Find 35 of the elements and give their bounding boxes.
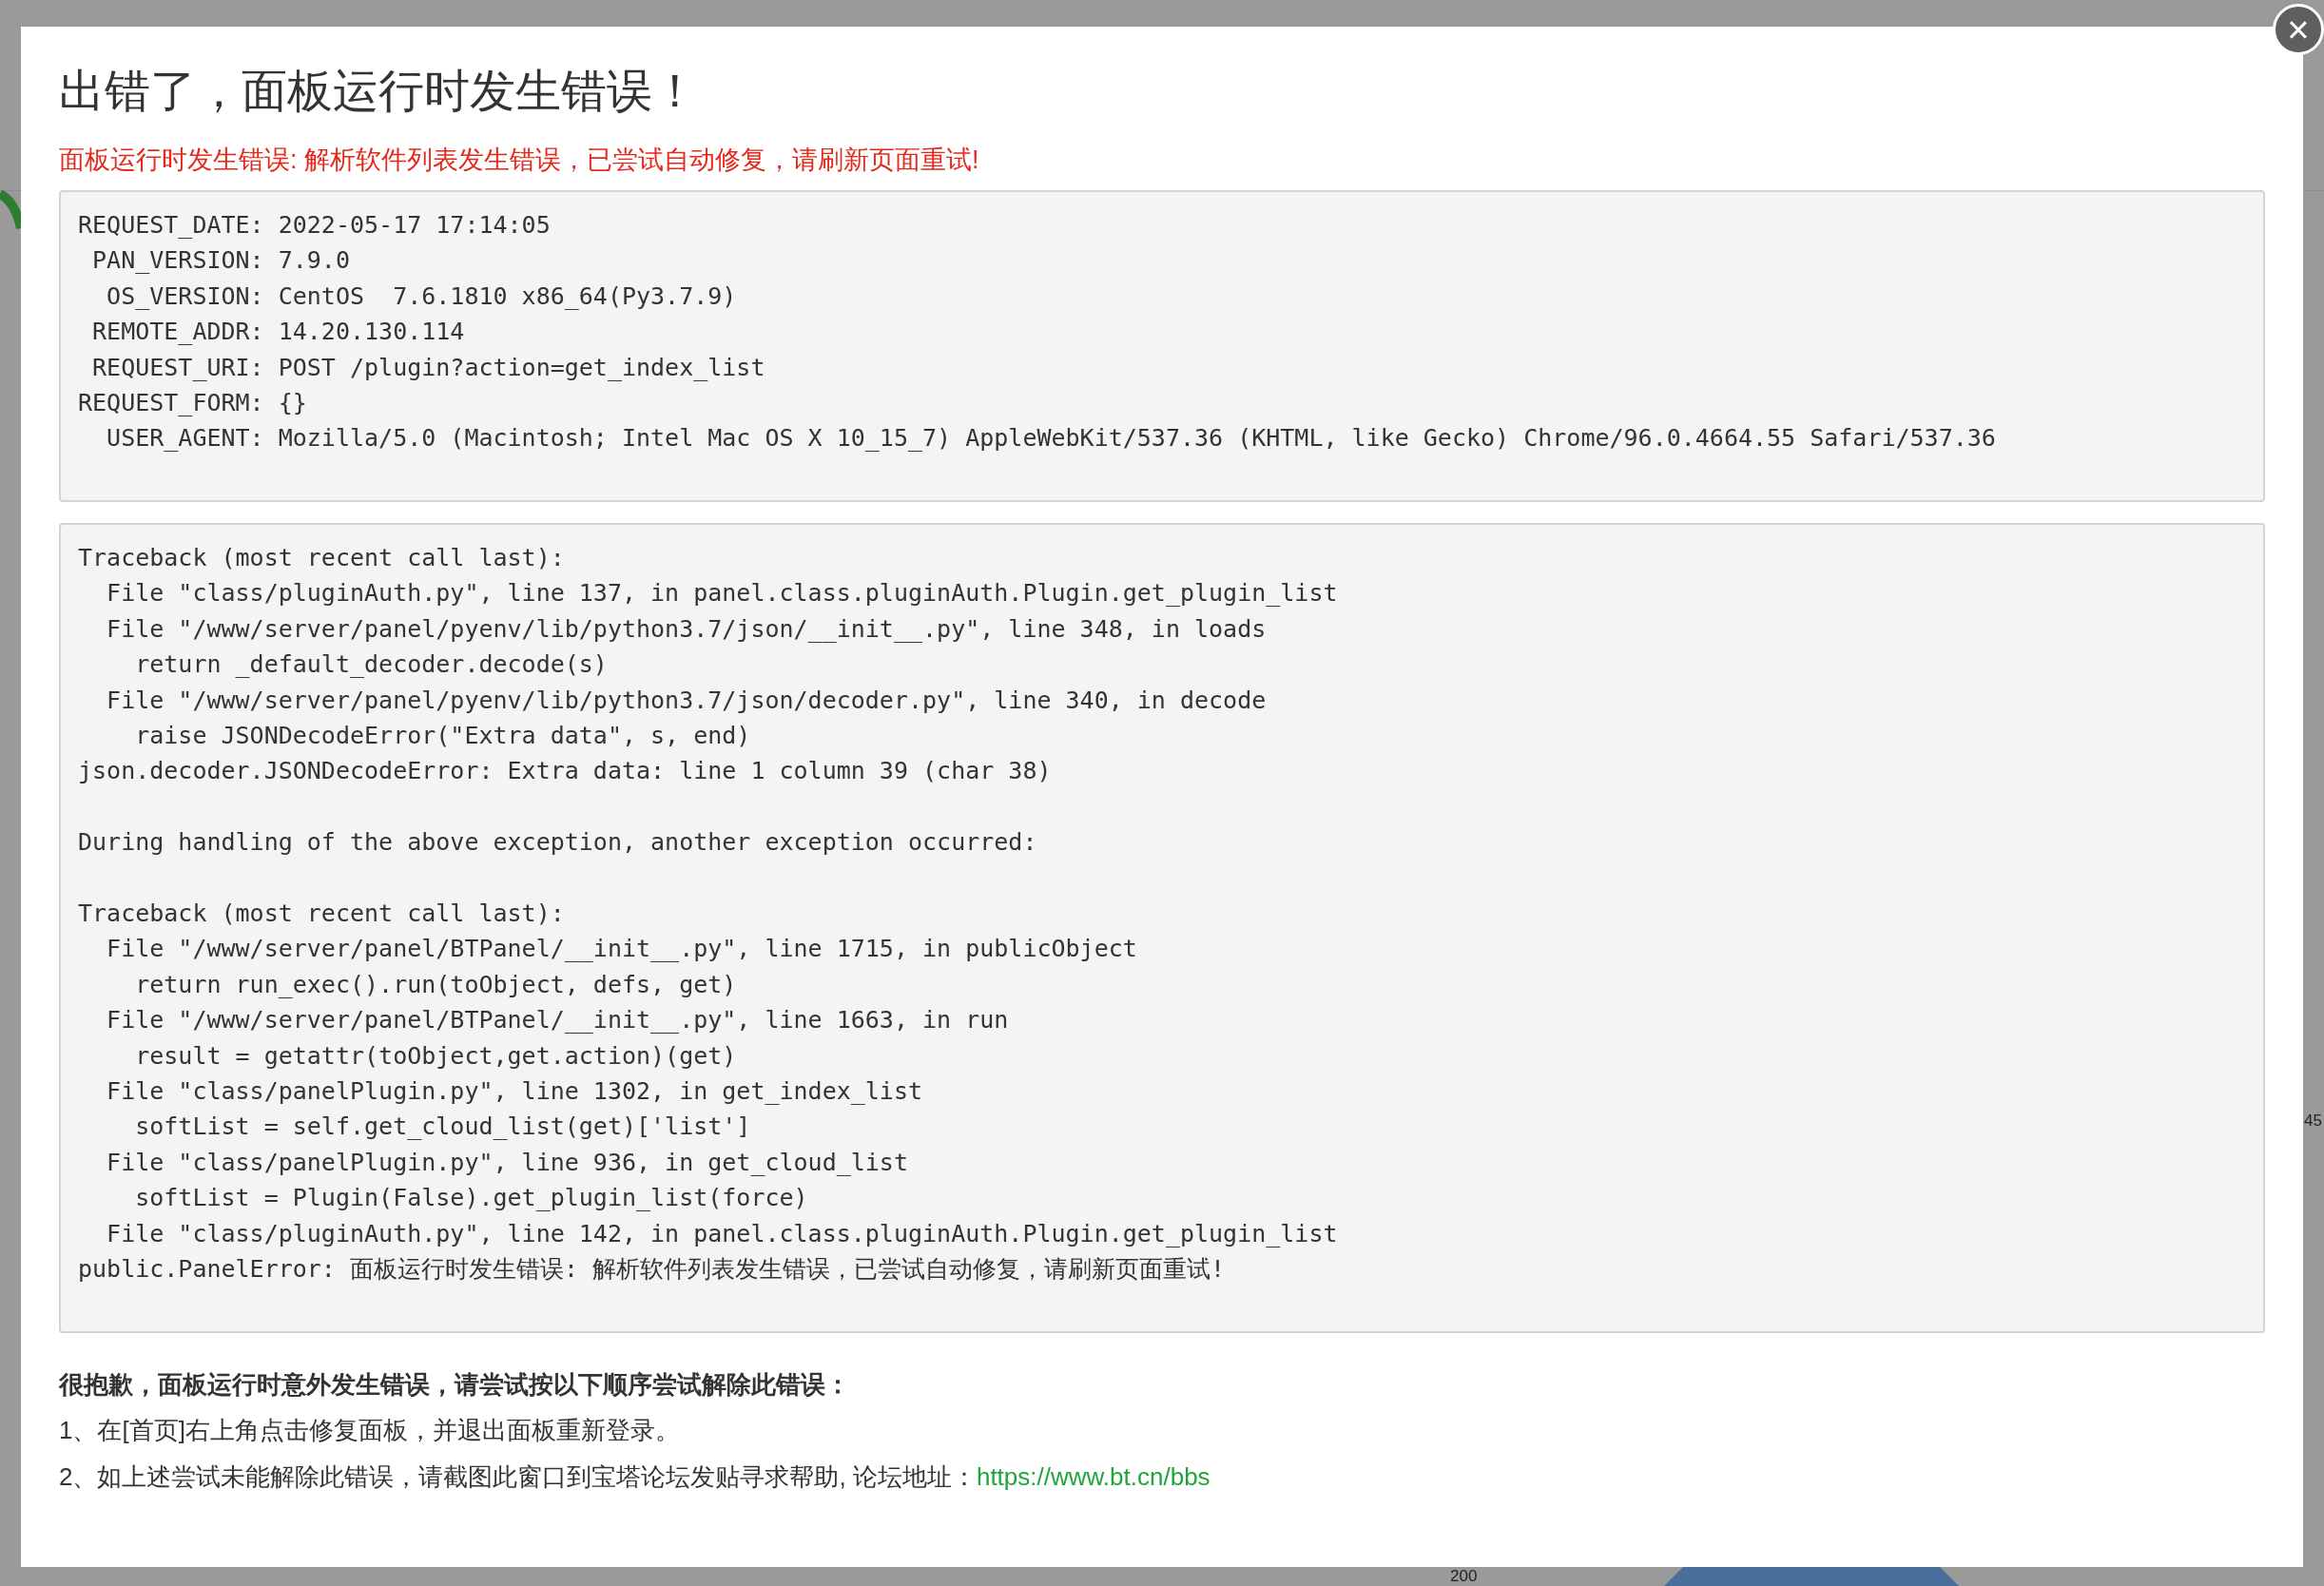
code-line: REQUEST_DATE: 2022-05-17 17:14:05 bbox=[78, 210, 551, 241]
axis-label: 200 bbox=[1450, 1568, 1478, 1584]
code-line: OS_VERSION: CentOS 7.6.1810 x86_64(Py3.7.9) bbox=[106, 280, 737, 312]
code-line: PAN_VERSION: 7.9.0 bbox=[91, 245, 350, 277]
code-line: USER_AGENT: Mozilla/5.0 (Macintosh; Intel Mac OS X 10_15_7) AppleWebKit/537.36 (KHTML, like Gecko) Chrome/96.0.4664.55 Safari/537.36 bbox=[106, 423, 1996, 455]
forum-link[interactable]: https://www.bt.cn/bbs bbox=[976, 1460, 1210, 1494]
code-line: File "/www/server/panel/pyenv/lib/python3.7/json/decoder.py", line 340, in decode bbox=[106, 685, 1267, 716]
code-line: REQUEST_FORM: {} bbox=[78, 388, 307, 419]
code-line: Traceback (most recent call last): bbox=[78, 899, 565, 930]
close-button[interactable]: × bbox=[2273, 4, 2324, 55]
code-line: REQUEST_URI: POST /plugin?action=get_index_list bbox=[91, 352, 765, 383]
code-line: During handling of the above exception, another exception occurred: bbox=[78, 827, 1037, 859]
help-step: 2、如上述尝试未能解除此错误，请截图此窗口到宝塔论坛发贴寻求帮助, 论坛地址： bbox=[59, 1460, 977, 1494]
code-line: File "class/panelPlugin.py", line 1302, in get_index_list bbox=[106, 1076, 923, 1108]
axis-label: 45 bbox=[2304, 1112, 2322, 1129]
code-line: return run_exec().run(toObject, defs, get) bbox=[134, 969, 737, 1000]
code-line: REMOTE_ADDR: 14.20.130.114 bbox=[91, 317, 465, 348]
code-line: result = getattr(toObject,get.action)(get) bbox=[134, 1040, 737, 1072]
code-line: File "class/pluginAuth.py", line 142, in panel.class.pluginAuth.Plugin.get_plugin_list bbox=[106, 1218, 1338, 1249]
code-line: softList = self.get_cloud_list(get)['list'] bbox=[134, 1112, 751, 1143]
code-line: softList = Plugin(False).get_plugin_list(force) bbox=[134, 1183, 808, 1214]
code-line: public.PanelError: 面板运行时发生错误: 解析软件列表发生错误，已尝试自动修复，请刷新页面重试! bbox=[78, 1254, 1226, 1286]
help-step: 1、在[首页]右上角点击修复面板，并退出面板重新登录。 bbox=[59, 1413, 680, 1447]
code-line: raise JSONDecodeError("Extra data", s, end) bbox=[134, 721, 751, 752]
code-line: File "class/pluginAuth.py", line 137, in panel.class.pluginAuth.Plugin.get_plugin_list bbox=[106, 578, 1338, 609]
error-message: 面板运行时发生错误: 解析软件列表发生错误，已尝试自动修复，请刷新页面重试! bbox=[59, 145, 979, 176]
help-heading: 很抱歉，面板运行时意外发生错误，请尝试按以下顺序尝试解除此错误： bbox=[59, 1369, 850, 1401]
code-line: File "/www/server/panel/BTPanel/__init__.py", line 1663, in run bbox=[106, 1005, 1009, 1036]
code-line: Traceback (most recent call last): bbox=[78, 543, 565, 573]
code-line: File "/www/server/panel/pyenv/lib/python3.7/json/__init__.py", line 348, in loads bbox=[106, 613, 1267, 645]
code-line: json.decoder.JSONDecodeError: Extra data: line 1 column 39 (char 38) bbox=[78, 756, 1052, 787]
code-line: File "class/panelPlugin.py", line 936, in get_cloud_list bbox=[106, 1147, 908, 1178]
code-line: File "/www/server/panel/BTPanel/__init__.py", line 1715, in publicObject bbox=[106, 934, 1137, 965]
code-line: return _default_decoder.decode(s) bbox=[134, 649, 608, 681]
dialog-title: 出错了，面板运行时发生错误！ bbox=[59, 65, 698, 118]
